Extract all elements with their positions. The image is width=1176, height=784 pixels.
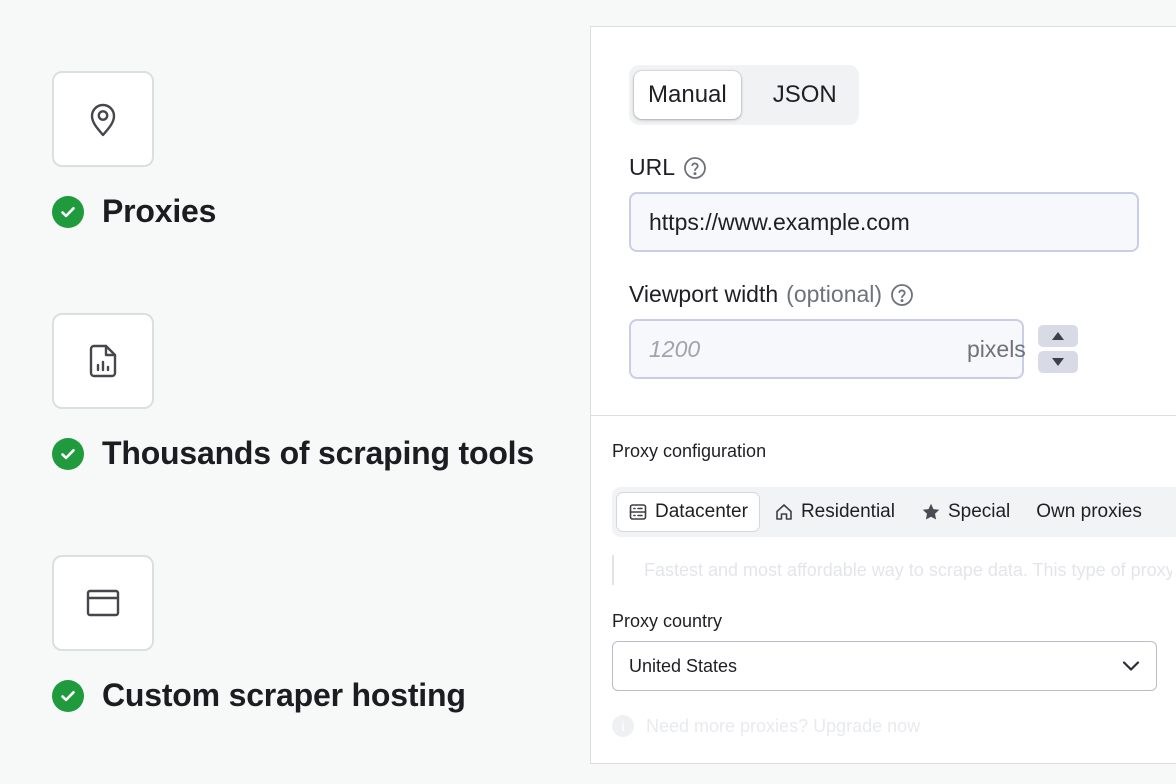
proxy-description: Fastest and most affordable way to scrap… <box>612 555 1172 585</box>
browser-window-icon <box>86 589 120 617</box>
help-circle-icon[interactable] <box>890 283 914 307</box>
optional-label: (optional) <box>786 281 883 307</box>
section-divider <box>591 415 1176 416</box>
file-chart-icon <box>89 344 117 378</box>
feature-row-tools: Thousands of scraping tools <box>52 435 534 472</box>
feature-label: Proxies <box>102 193 217 229</box>
decrement-button[interactable] <box>1037 351 1078 373</box>
tab-label: Special <box>947 501 1011 522</box>
proxy-country-label: Proxy country <box>612 611 723 631</box>
actor-input-panel: Manual JSON URL Viewport width (optional… <box>590 26 1176 764</box>
info-icon: i <box>612 715 634 737</box>
url-field-label: URL <box>629 154 707 181</box>
map-pin-icon <box>90 103 116 137</box>
tab-own-proxies[interactable]: Own proxies <box>1025 493 1153 531</box>
check-circle-icon <box>52 679 84 712</box>
feature-row-hosting: Custom scraper hosting <box>52 677 466 714</box>
caret-down-icon <box>1051 358 1064 366</box>
proxy-country-select[interactable]: United States <box>612 641 1157 691</box>
feature-icon-card-proxies <box>52 71 154 167</box>
upgrade-note-text[interactable]: Need more proxies? Upgrade now <box>646 716 920 737</box>
viewport-field-label: Viewport width (optional) <box>629 281 914 308</box>
number-stepper <box>1037 325 1078 373</box>
feature-row-proxies: Proxies <box>52 193 216 230</box>
viewport-width-field: pixels <box>629 319 1078 379</box>
selected-country: United States <box>629 655 738 676</box>
feature-label: Thousands of scraping tools <box>102 435 534 471</box>
url-input[interactable] <box>629 192 1139 252</box>
star-icon <box>922 503 940 520</box>
proxy-config-title: Proxy configuration <box>612 441 767 461</box>
viewport-width-input[interactable] <box>631 321 967 377</box>
tab-datacenter[interactable]: Datacenter <box>617 493 759 531</box>
server-icon <box>629 504 647 520</box>
tab-special[interactable]: Special <box>910 493 1021 531</box>
increment-button[interactable] <box>1037 325 1078 347</box>
check-circle-icon <box>52 437 84 470</box>
url-label-text: URL <box>629 154 676 180</box>
tab-label: Own proxies <box>1036 501 1142 522</box>
proxy-type-tabs: Datacenter Residential Special Own proxi… <box>612 487 1176 537</box>
check-circle-icon <box>52 195 84 228</box>
help-circle-icon[interactable] <box>683 156 707 180</box>
tab-label: Residential <box>800 501 895 522</box>
json-mode-button[interactable]: JSON <box>759 71 851 119</box>
upgrade-note: i Need more proxies? Upgrade now <box>612 715 920 737</box>
feature-icon-card-tools <box>52 313 154 409</box>
house-icon <box>776 504 792 520</box>
input-mode-toggle: Manual JSON <box>629 65 859 125</box>
tab-residential[interactable]: Residential <box>763 493 906 531</box>
manual-mode-button[interactable]: Manual <box>634 71 741 119</box>
feature-icon-card-hosting <box>52 555 154 651</box>
chevron-down-icon <box>1122 661 1140 671</box>
unit-suffix: pixels <box>967 335 1026 362</box>
feature-label: Custom scraper hosting <box>102 677 466 713</box>
viewport-label-text: Viewport width <box>629 281 779 307</box>
tab-label: Datacenter <box>655 501 748 522</box>
caret-up-icon <box>1051 332 1064 340</box>
